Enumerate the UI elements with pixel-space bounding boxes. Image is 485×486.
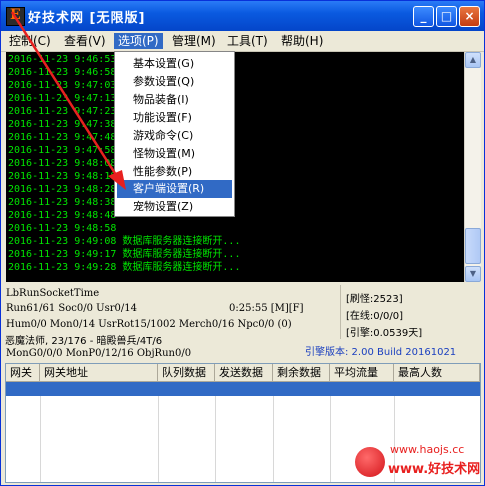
column-divider [273,396,274,482]
scroll-down-icon[interactable]: ▼ [465,266,481,282]
col-max-users[interactable]: 最高人数 [394,364,480,381]
window-title: 好技术网 [无限版] [28,11,146,26]
scroll-thumb[interactable] [465,228,481,264]
menu-view[interactable]: 查看(V) [60,33,110,49]
engine-version: 引擎版本: 2.00 Build 20161021 [305,347,457,358]
online-count: [在线:0/0/0] [346,311,403,322]
log-line: 2016-11-23 9:48:18 [8,171,117,182]
col-gateway[interactable]: 网关 [6,364,40,381]
refresh-count: [刷怪:2523] [346,294,403,305]
menu-item-item-equipment[interactable]: 物品装备(I) [117,91,232,109]
column-divider [158,396,159,482]
log-line: 2016-11-23 9:48:38 [8,197,117,208]
menu-control[interactable]: 控制(C) [5,33,55,49]
watermark-logo-icon [355,447,385,477]
log-line: 2016-11-23 9:47:13 [8,93,117,104]
log-scrollbar[interactable]: ▲ ▼ [464,52,481,282]
log-line: 2016-11-23 9:46:53 [8,54,117,65]
log-line: 2016-11-23 9:46:58 [8,67,117,78]
log-line: 2016-11-23 9:48:48 [8,210,117,221]
scroll-up-icon[interactable]: ▲ [465,52,481,68]
maximize-button[interactable]: □ [436,6,457,27]
mon-stats: MonG0/0/0 MonP0/12/16 ObjRun0/0 [6,348,192,359]
menu-bar: 控制(C) 查看(V) 选项(P) 管理(M) 工具(T) 帮助(H) [1,31,484,52]
monster-info: 恶魔法师, 23/176 - 暗殿兽兵/4T/6 [5,336,163,347]
run-clock: 0:25:55 [M][F] [229,303,304,314]
table-row[interactable] [6,382,480,396]
watermark-url: www.haojs.cc [390,443,465,456]
col-sent-data[interactable]: 发送数据 [215,364,273,381]
column-divider [330,396,331,482]
log-console[interactable]: 2016-11-23 9:46:53 2016-11-23 9:46:58 20… [6,52,464,282]
hum-stats: Hum0/0 Mon0/14 UsrRot15/1002 Merch0/16 N… [6,319,292,330]
log-line: 2016-11-23 9:49:17 数据库服务器连接断开... [8,249,241,260]
log-line: 2016-11-23 9:47:48 [8,132,117,143]
log-line: 2016-11-23 9:49:08 数据库服务器连接断开... [8,236,241,247]
menu-manage[interactable]: 管理(M) [168,33,220,49]
menu-tools[interactable]: 工具(T) [223,33,272,49]
column-divider [215,396,216,482]
menu-item-basic-settings[interactable]: 基本设置(G) [117,55,232,73]
menu-options[interactable]: 选项(P) [114,33,163,49]
menu-item-pet-settings[interactable]: 宠物设置(Z) [117,198,232,216]
menu-item-param-settings[interactable]: 参数设置(Q) [117,73,232,91]
close-button[interactable]: × [459,6,480,27]
table-header: 网关 网关地址 队列数据 发送数据 剩余数据 平均流量 最高人数 [6,364,480,382]
col-remaining-data[interactable]: 剩余数据 [273,364,330,381]
log-line: 2016-11-23 9:47:03 [8,80,117,91]
run-stats: Run61/61 Soc0/0 Usr0/14 [6,303,137,314]
col-avg-traffic[interactable]: 平均流量 [330,364,394,381]
menu-item-game-commands[interactable]: 游戏命令(C) [117,127,232,145]
log-line: 2016-11-23 9:48:58 [8,223,117,234]
menu-item-function-settings[interactable]: 功能设置(F) [117,109,232,127]
app-window: E 好技术网 [无限版] _ □ × 控制(C) 查看(V) 选项(P) 管理(… [0,0,485,486]
column-divider [40,396,41,482]
minimize-button[interactable]: _ [413,6,434,27]
log-line: 2016-11-23 9:47:23 [8,106,117,117]
watermark-name: www.好技术网 [388,462,481,477]
log-line: 2016-11-23 9:49:28 数据库服务器连接断开... [8,262,241,273]
log-line: 2016-11-23 9:47:38 [8,119,117,130]
log-line: 2016-11-23 9:48:08 [8,158,117,169]
socket-label: LbRunSocketTime [6,288,100,299]
app-icon: E [6,7,25,26]
title-bar[interactable]: E 好技术网 [无限版] _ □ × [1,1,484,31]
menu-help[interactable]: 帮助(H) [277,33,327,49]
log-line: 2016-11-23 9:48:28 [8,184,117,195]
panel-divider [340,285,341,339]
log-line: 2016-11-23 9:47:58 [8,145,117,156]
col-queue-data[interactable]: 队列数据 [158,364,215,381]
col-gateway-address[interactable]: 网关地址 [40,364,158,381]
menu-item-client-settings[interactable]: 客户端设置(R) [117,180,232,198]
engine-uptime: [引擎:0.0539天] [346,328,423,339]
menu-item-monster-settings[interactable]: 怪物设置(M) [117,145,232,163]
options-dropdown-menu: 基本设置(G) 参数设置(Q) 物品装备(I) 功能设置(F) 游戏命令(C) … [114,51,235,217]
menu-item-performance-params[interactable]: 性能参数(P) [117,163,232,181]
